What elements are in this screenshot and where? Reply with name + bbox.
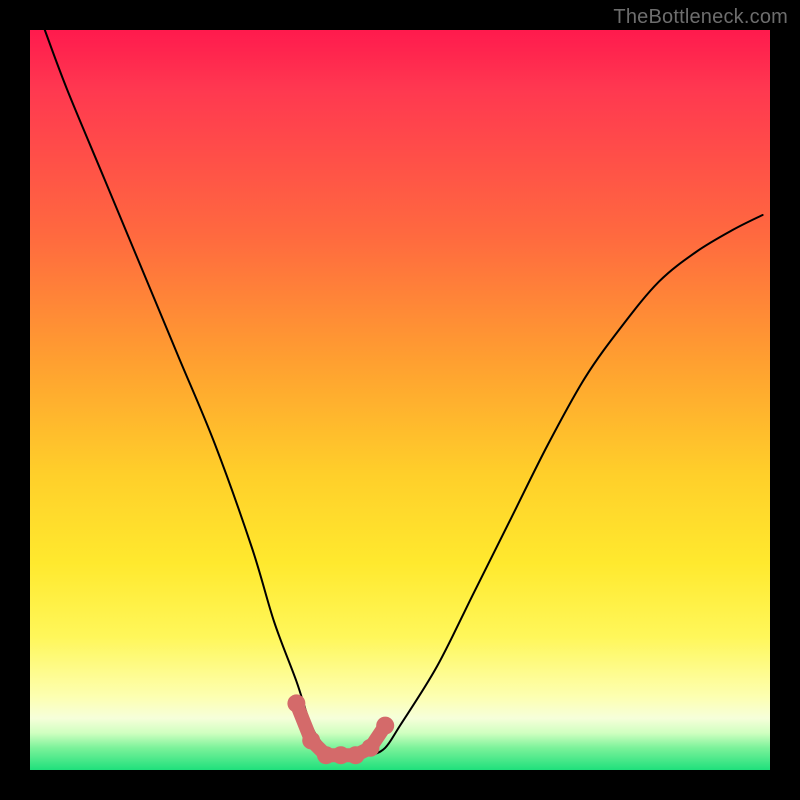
flat-bottom-highlight bbox=[287, 694, 394, 764]
plot-area bbox=[30, 30, 770, 770]
bottleneck-curve bbox=[45, 30, 763, 756]
watermark-text: TheBottleneck.com bbox=[613, 6, 788, 29]
highlight-dot bbox=[287, 694, 305, 712]
highlight-dot bbox=[302, 731, 320, 749]
highlight-dot bbox=[361, 739, 379, 757]
chart-frame: TheBottleneck.com bbox=[0, 0, 800, 800]
highlight-dot bbox=[376, 717, 394, 735]
chart-svg bbox=[30, 30, 770, 770]
